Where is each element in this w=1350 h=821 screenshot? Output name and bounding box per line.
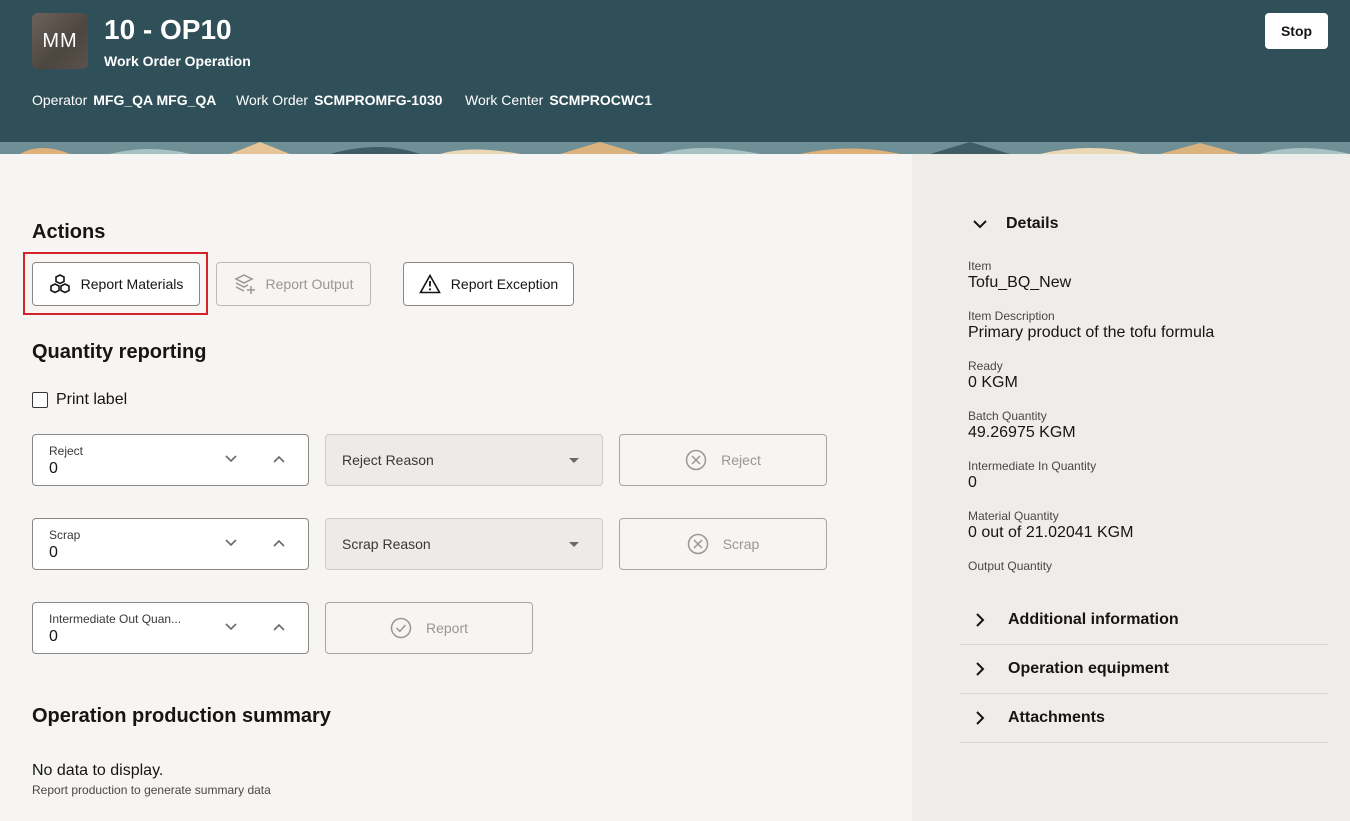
- report-output-label: Report Output: [265, 276, 354, 292]
- report-button-label: Report: [425, 620, 469, 636]
- caret-down-icon: [569, 458, 579, 463]
- section-attachments[interactable]: Attachments: [960, 694, 1328, 743]
- work-center-value: SCMPROCWC1: [549, 92, 652, 108]
- detail-label: Item Description: [968, 309, 1055, 323]
- increment-chevron-icon[interactable]: [271, 619, 287, 635]
- chevron-right-icon: [976, 613, 985, 627]
- detail-value: 49.26975 KGM: [968, 424, 1076, 441]
- detail-field-batch-quantity: Batch Quantity 49.26975 KGM: [968, 409, 1076, 442]
- warning-icon: [418, 274, 441, 294]
- detail-label: Item: [968, 259, 992, 273]
- report-output-button[interactable]: Report Output: [216, 262, 371, 306]
- close-circle-icon: [685, 449, 707, 471]
- operator-value: MFG_QA MFG_QA: [93, 92, 217, 108]
- report-materials-button[interactable]: Report Materials: [32, 262, 200, 306]
- detail-value: 0 out of 21.02041 KGM: [968, 524, 1134, 541]
- work-order-value: SCMPROMFG-1030: [314, 92, 443, 108]
- detail-label: Batch Quantity: [968, 409, 1047, 423]
- operator-label: Operator: [32, 92, 88, 108]
- work-center-info: Work Center SCMPROCWC1: [465, 92, 652, 108]
- check-circle-icon: [390, 617, 412, 639]
- header-decorative-pattern: [0, 142, 1350, 154]
- avatar: MM: [32, 13, 88, 69]
- decrement-chevron-icon[interactable]: [223, 619, 239, 635]
- detail-label: Material Quantity: [968, 509, 1059, 523]
- reject-reason-select[interactable]: Reject Reason: [325, 434, 603, 486]
- reject-reason-placeholder: Reject Reason: [342, 452, 434, 468]
- stop-button[interactable]: Stop: [1265, 13, 1328, 49]
- section-label: Operation equipment: [1008, 660, 1169, 677]
- section-operation-equipment[interactable]: Operation equipment: [960, 645, 1328, 694]
- no-data-hint: Report production to generate summary da…: [32, 783, 271, 797]
- section-label: Additional information: [1008, 611, 1179, 628]
- intermediate-out-quantity-input[interactable]: Intermediate Out Quan... 0: [32, 602, 309, 654]
- scrap-button-label: Scrap: [722, 536, 760, 552]
- reject-button-label: Reject: [721, 452, 761, 468]
- detail-value: 0: [968, 474, 977, 491]
- scrap-field-label: Scrap: [49, 528, 81, 542]
- report-button[interactable]: Report: [325, 602, 533, 654]
- report-exception-label: Report Exception: [450, 276, 559, 292]
- chevron-right-icon: [976, 711, 985, 725]
- increment-chevron-icon[interactable]: [271, 535, 287, 551]
- operator-info: Operator MFG_QA MFG_QA: [32, 92, 216, 108]
- increment-chevron-icon[interactable]: [271, 451, 287, 467]
- quantity-reporting-heading: Quantity reporting: [32, 341, 207, 363]
- detail-value: Tofu_BQ_New: [968, 274, 1072, 291]
- section-label: Attachments: [1008, 709, 1105, 726]
- boxes-icon: [49, 274, 70, 294]
- print-label-row[interactable]: Print label: [32, 391, 127, 409]
- detail-label: Ready: [968, 359, 1003, 373]
- chevron-right-icon: [976, 662, 985, 676]
- section-additional-information[interactable]: Additional information: [960, 596, 1328, 645]
- detail-field-item: Item Tofu_BQ_New: [968, 259, 1071, 292]
- scrap-field-value: 0: [49, 544, 58, 561]
- work-center-label: Work Center: [465, 92, 544, 108]
- print-label-text: Print label: [56, 391, 128, 408]
- layers-add-icon: [233, 274, 255, 294]
- print-label-checkbox[interactable]: [32, 392, 48, 408]
- intermediate-field-value: 0: [49, 628, 58, 645]
- report-exception-button[interactable]: Report Exception: [403, 262, 574, 306]
- page-header: MM 10 - OP10 Work Order Operation Operat…: [0, 0, 1350, 154]
- scrap-quantity-input[interactable]: Scrap 0: [32, 518, 309, 570]
- decrement-chevron-icon[interactable]: [223, 535, 239, 551]
- decrement-chevron-icon[interactable]: [223, 451, 239, 467]
- reject-button[interactable]: Reject: [619, 434, 827, 486]
- reject-field-value: 0: [49, 460, 58, 477]
- reject-field-label: Reject: [49, 444, 84, 458]
- actions-heading: Actions: [32, 221, 106, 243]
- detail-field-output-quantity: Output Quantity: [968, 559, 1052, 574]
- detail-label: Output Quantity: [968, 559, 1053, 573]
- intermediate-field-label: Intermediate Out Quan...: [49, 612, 182, 626]
- details-toggle[interactable]: Details: [972, 215, 1058, 233]
- no-data-message: No data to display.: [32, 762, 164, 779]
- detail-value: 0 KGM: [968, 374, 1018, 391]
- work-order-label: Work Order: [236, 92, 309, 108]
- work-order-info: Work Order SCMPROMFG-1030: [236, 92, 442, 108]
- caret-down-icon: [569, 542, 579, 547]
- detail-field-ready: Ready 0 KGM: [968, 359, 1018, 392]
- scrap-button[interactable]: Scrap: [619, 518, 827, 570]
- operation-summary-heading: Operation production summary: [32, 705, 331, 727]
- close-circle-icon: [687, 533, 708, 555]
- detail-label: Intermediate In Quantity: [968, 459, 1097, 473]
- scrap-reason-select[interactable]: Scrap Reason: [325, 518, 603, 570]
- detail-field-intermediate-in: Intermediate In Quantity 0: [968, 459, 1096, 492]
- reject-quantity-input[interactable]: Reject 0: [32, 434, 309, 486]
- details-heading: Details: [1006, 215, 1059, 232]
- report-materials-label: Report Materials: [80, 276, 184, 292]
- detail-field-material-quantity: Material Quantity 0 out of 21.02041 KGM: [968, 509, 1133, 542]
- detail-field-item-description: Item Description Primary product of the …: [968, 309, 1214, 342]
- page-title: 10 - OP10: [104, 14, 232, 45]
- detail-value: Primary product of the tofu formula: [968, 324, 1215, 341]
- chevron-down-icon: [973, 220, 987, 229]
- page-subtitle: Work Order Operation: [104, 53, 251, 69]
- scrap-reason-placeholder: Scrap Reason: [342, 536, 431, 552]
